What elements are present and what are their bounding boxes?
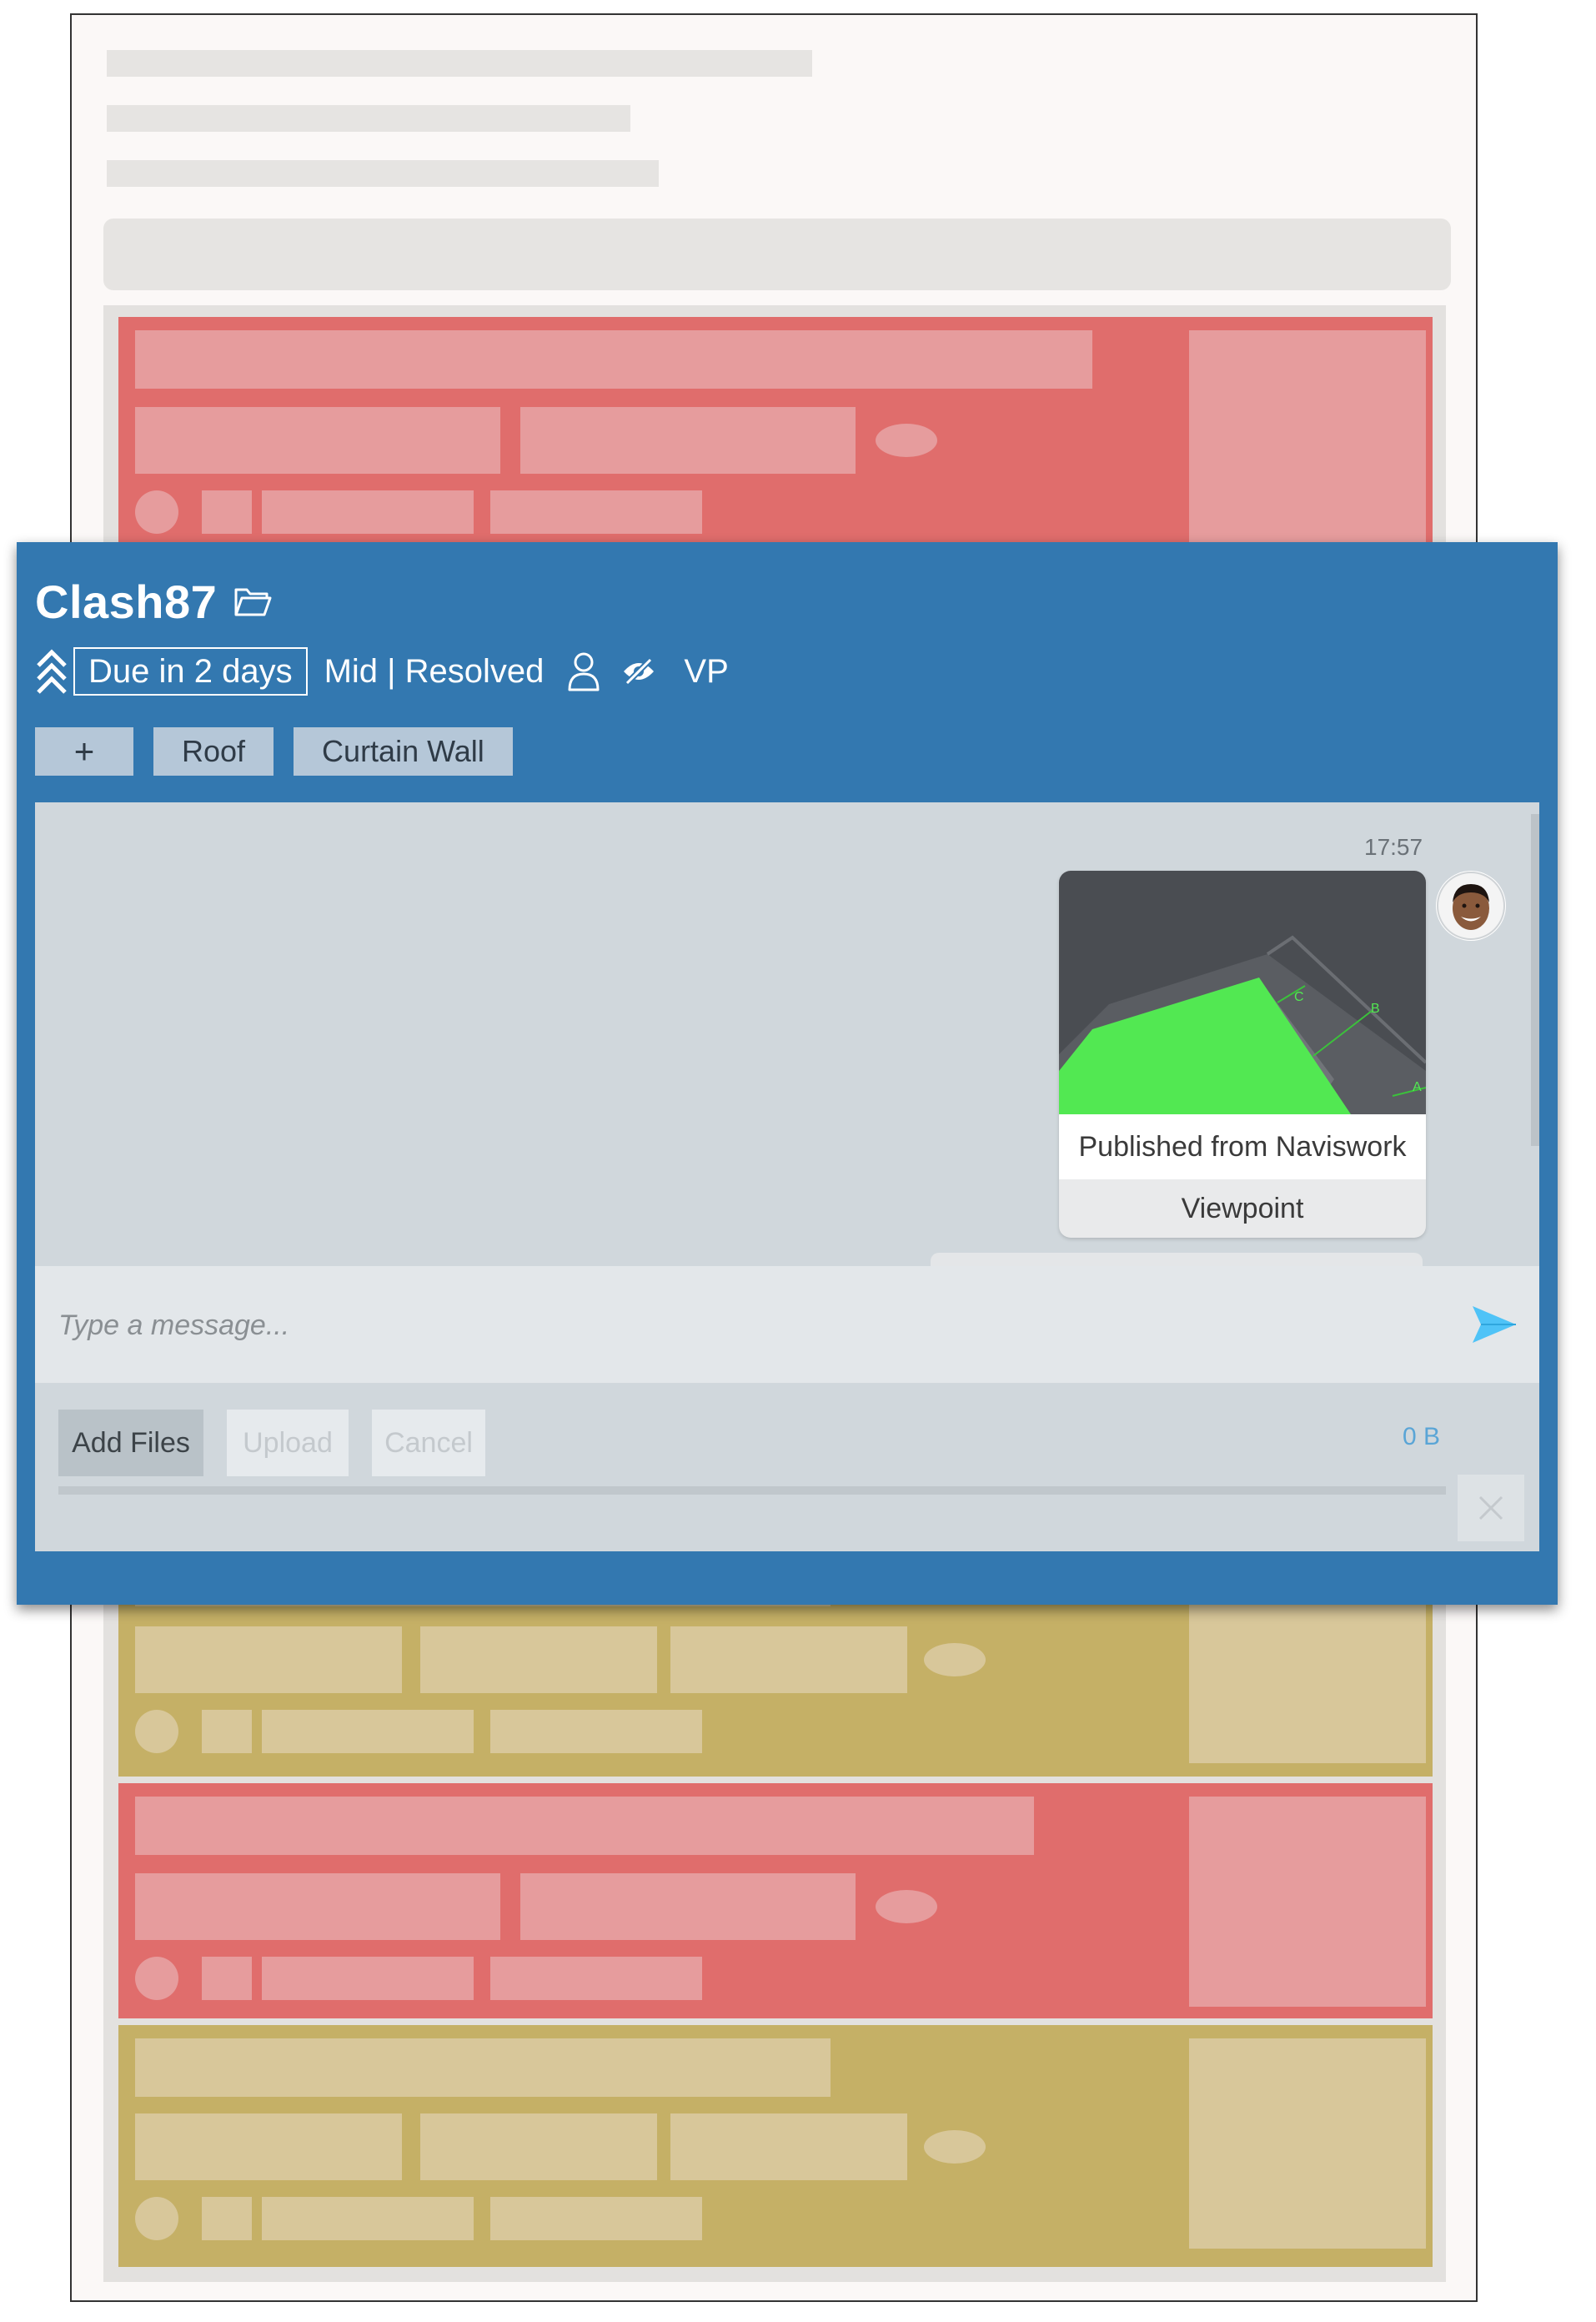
tag-curtain-wall[interactable]: Curtain Wall: [294, 727, 513, 776]
viewpoint-button[interactable]: Viewpoint: [1059, 1179, 1426, 1238]
skeleton-thumb: [1189, 2038, 1426, 2249]
user-icon[interactable]: [567, 651, 600, 691]
skeleton-small: [490, 2197, 702, 2240]
viewpoint-thumbnail[interactable]: C B A: [1059, 871, 1426, 1114]
skeleton-pill: [924, 2130, 986, 2164]
skeleton-line: [107, 105, 630, 132]
skeleton-small: [490, 490, 702, 534]
skeleton-chip: [135, 407, 500, 474]
close-icon: [1478, 1495, 1503, 1520]
user-avatar-icon: [1437, 872, 1505, 940]
skeleton-small: [202, 2197, 252, 2240]
skeleton-avatar: [135, 1710, 178, 1753]
due-date-label: Due in 2 days: [88, 652, 293, 690]
add-files-button[interactable]: Add Files: [58, 1410, 203, 1476]
close-upload-button[interactable]: [1458, 1475, 1524, 1541]
skeleton-pill: [924, 1643, 986, 1676]
skeleton-pill: [876, 1890, 937, 1923]
skeleton-small: [262, 1710, 474, 1753]
thumb-label-c: C: [1294, 990, 1304, 1004]
skeleton-title: [135, 2038, 831, 2097]
skeleton-small: [490, 1710, 702, 1753]
folder-icon[interactable]: [233, 585, 272, 618]
priority-chevrons-icon: [37, 649, 67, 694]
skeleton-chip: [420, 1626, 657, 1693]
viewpoint-message[interactable]: C B A Published from Naviswork Viewpoint: [1059, 871, 1426, 1238]
skeleton-avatar: [135, 1957, 178, 2000]
issue-title: Clash87: [35, 575, 218, 628]
file-upload-bar: Add Files Upload Cancel 0 B: [35, 1383, 1539, 1551]
skeleton-chip: [670, 1626, 907, 1693]
skeleton-chip: [520, 407, 856, 474]
skeleton-thumb: [1189, 1797, 1426, 2007]
skeleton-chip: [135, 1626, 402, 1693]
meta-row: Due in 2 days Mid | Resolved VP: [35, 642, 729, 701]
skeleton-chip: [420, 2113, 657, 2180]
skeleton-chip: [135, 1873, 500, 1940]
eye-slash-icon[interactable]: [622, 656, 655, 686]
skeleton-chip: [670, 2113, 907, 2180]
vp-label[interactable]: VP: [684, 653, 728, 691]
upload-progress-bar: [58, 1486, 1446, 1495]
chat-panel: 17:57 C B A Published from Naviswork Vie…: [35, 802, 1539, 1551]
send-icon[interactable]: [1471, 1304, 1518, 1344]
skeleton-search-bar: [103, 219, 1451, 290]
skeleton-chip: [135, 2113, 402, 2180]
message-input[interactable]: [57, 1299, 1444, 1351]
add-tag-button[interactable]: +: [35, 727, 133, 776]
skeleton-line: [107, 160, 659, 187]
tags-row: + Roof Curtain Wall: [35, 727, 513, 776]
thumb-label-b: B: [1371, 1002, 1380, 1016]
thumb-label-a: A: [1413, 1080, 1422, 1094]
upload-size: 0 B: [1403, 1423, 1441, 1450]
skeleton-title: [135, 1797, 1034, 1855]
avatar: [1436, 871, 1506, 941]
issue-card-skeleton: [118, 2025, 1433, 2267]
priority-status[interactable]: Mid | Resolved: [324, 653, 545, 691]
skeleton-title: [135, 330, 1092, 389]
upload-button[interactable]: Upload: [227, 1410, 349, 1476]
chat-scrollbar[interactable]: [1531, 814, 1539, 1146]
message-timestamp: 17:57: [1364, 834, 1423, 860]
issue-card-skeleton: [118, 317, 1433, 550]
skeleton-pill: [876, 424, 937, 457]
skeleton-line: [107, 50, 812, 77]
skeleton-small: [202, 1957, 252, 2000]
issue-detail-modal: Clash87 Due in 2 days Mid | Resolved VP …: [17, 542, 1558, 1605]
skeleton-small: [262, 490, 474, 534]
issue-card-skeleton: [118, 1783, 1433, 2018]
skeleton-thumb: [1189, 330, 1426, 550]
skeleton-chip: [520, 1873, 856, 1940]
skeleton-small: [202, 1710, 252, 1753]
skeleton-small: [262, 2197, 474, 2240]
skeleton-avatar: [135, 2197, 178, 2240]
cancel-upload-button[interactable]: Cancel: [372, 1410, 485, 1476]
skeleton-small: [262, 1957, 474, 2000]
skeleton-avatar: [135, 490, 178, 534]
message-composer: [35, 1266, 1539, 1383]
title-row: Clash87: [35, 572, 272, 631]
skeleton-small: [202, 490, 252, 534]
viewpoint-caption: Published from Naviswork: [1059, 1114, 1426, 1179]
skeleton-small: [490, 1957, 702, 2000]
due-date-badge[interactable]: Due in 2 days: [73, 647, 308, 696]
tag-roof[interactable]: Roof: [153, 727, 274, 776]
